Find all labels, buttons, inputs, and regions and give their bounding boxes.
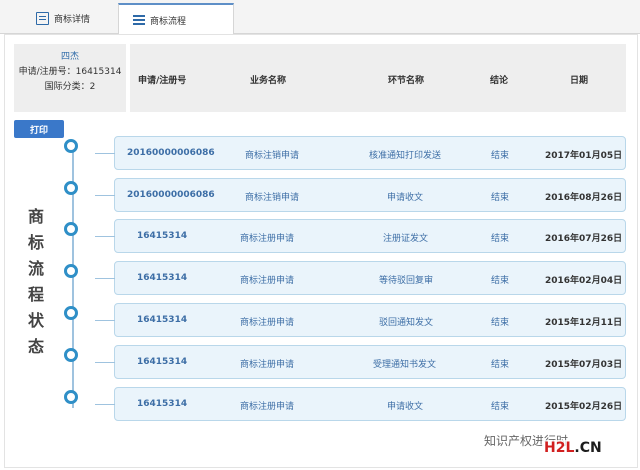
tab-label: 商标流程 [150, 16, 187, 27]
header-business: 业务名称 [250, 76, 287, 86]
timeline-row[interactable]: 16415314 商标注册申请 等待驳回复审 结束 2016年02月04日 [95, 261, 626, 295]
list-icon [133, 15, 145, 25]
timeline-node [64, 181, 78, 195]
timeline-row[interactable]: 16415314 商标注册申请 注册证发文 结束 2016年07月26日 [95, 219, 626, 253]
timeline-node [64, 222, 78, 236]
tab-trademark-details[interactable]: 商标详情 [22, 4, 104, 32]
international-class: 国际分类：2 [44, 82, 96, 92]
process-status-title: 商 标 流 程 状 态 [27, 207, 44, 356]
tab-trademark-process[interactable]: 商标流程 [118, 3, 234, 36]
timeline-node [64, 348, 78, 362]
owner-info: 四杰 申请/注册号：16415314 国际分类：2 [14, 44, 126, 112]
header-number: 申请/注册号 [138, 76, 187, 86]
timeline-node [64, 139, 78, 153]
timeline-row[interactable]: 16415314 商标注册申请 申请收文 结束 2015年02月26日 [95, 387, 626, 421]
table-header: 申请/注册号 业务名称 环节名称 结论 日期 [130, 44, 626, 112]
owner-name: 四杰 [60, 52, 79, 62]
timeline-node [64, 264, 78, 278]
tab-label: 商标详情 [54, 14, 91, 25]
timeline-row[interactable]: 20160000006086 商标注销申请 核准通知打印发送 结束 2017年0… [95, 136, 626, 170]
header-date: 日期 [570, 76, 589, 86]
header-result: 结论 [490, 76, 509, 86]
print-button[interactable]: 打印 [14, 120, 64, 138]
tab-bar: 商标详情 商标流程 [0, 0, 640, 36]
header-step: 环节名称 [388, 76, 425, 86]
document-icon [36, 11, 49, 25]
site-logo: H2L.CN [542, 440, 604, 456]
timeline-node [64, 306, 78, 320]
timeline-row[interactable]: 16415314 商标注册申请 驳回通知发文 结束 2015年12月11日 [95, 303, 626, 337]
timeline-row[interactable]: 16415314 商标注册申请 受理通知书发文 结束 2015年07月03日 [95, 345, 626, 379]
registration-number: 申请/注册号：16415314 [18, 67, 122, 77]
timeline-node [64, 390, 78, 404]
timeline-row[interactable]: 20160000006086 商标注销申请 申请收文 结束 2016年08月26… [95, 178, 626, 212]
